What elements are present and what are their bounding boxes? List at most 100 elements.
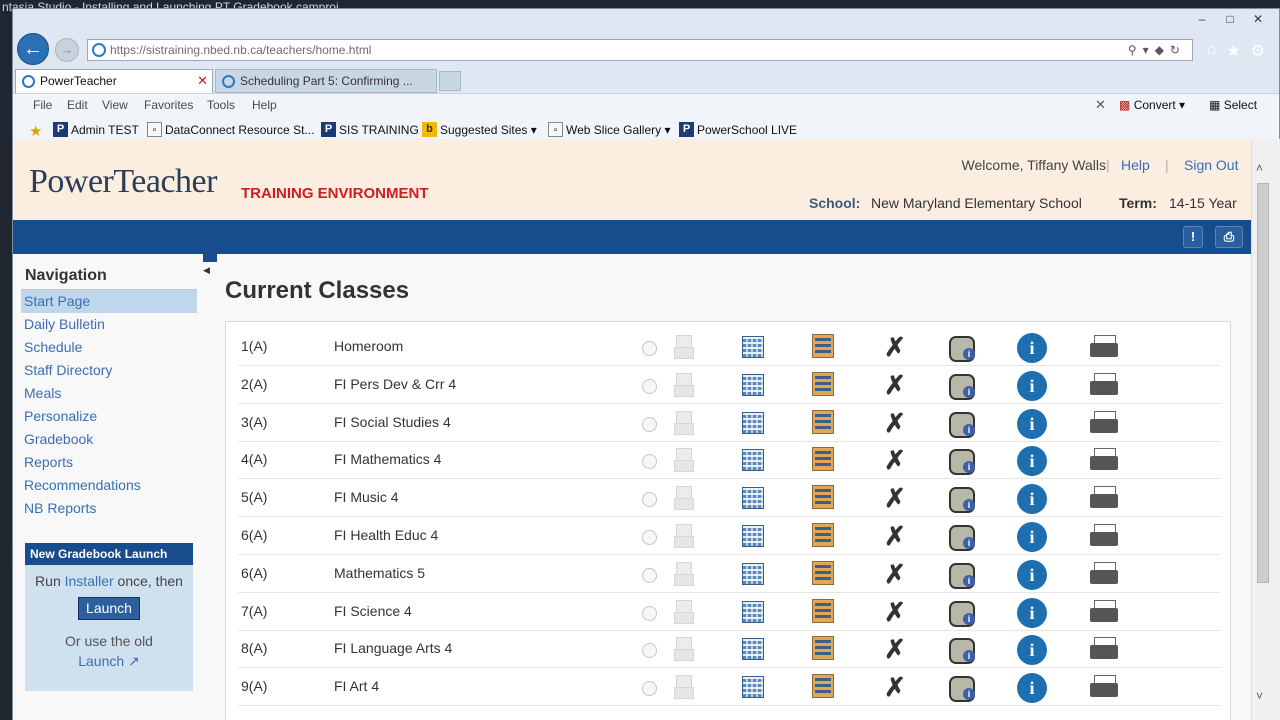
seating-chart-icon[interactable]: [674, 561, 694, 586]
close-toolbar-icon[interactable]: ✕: [1095, 97, 1106, 113]
class-info-icon[interactable]: i: [1017, 370, 1047, 401]
tools-icon[interactable]: ✗: [882, 372, 908, 398]
class-course-name[interactable]: FI Mathematics 4: [334, 451, 441, 467]
attendance-calendar-icon[interactable]: [742, 525, 764, 547]
attendance-calendar-icon[interactable]: [742, 373, 764, 396]
seating-chart-icon[interactable]: [674, 448, 694, 473]
address-bar[interactable]: https://sistraining.nbed.nb.ca/teachers/…: [87, 39, 1193, 61]
nav-schedule[interactable]: Schedule: [21, 336, 197, 359]
nav-start-page[interactable]: Start Page: [21, 290, 197, 313]
gradebook-icon[interactable]: [812, 523, 834, 547]
gradebook-icon[interactable]: [812, 447, 834, 472]
seating-chart-icon[interactable]: [674, 372, 694, 397]
print-icon[interactable]: [1090, 448, 1118, 472]
attendance-radio-icon[interactable]: [642, 492, 657, 508]
fav-dataconnect[interactable]: ▫ DataConnect Resource St...: [147, 122, 314, 137]
gradebook-icon[interactable]: [812, 674, 834, 699]
class-expression[interactable]: 7(A): [241, 603, 267, 619]
attendance-calendar-icon[interactable]: [742, 600, 764, 623]
class-expression[interactable]: 4(A): [241, 451, 267, 467]
attendance-calendar-icon[interactable]: [742, 411, 764, 434]
forward-button[interactable]: →: [55, 38, 79, 62]
nav-staff-directory[interactable]: Staff Directory: [21, 359, 197, 382]
print-icon[interactable]: [1090, 372, 1118, 397]
help-link[interactable]: Help: [1121, 157, 1150, 173]
attendance-radio-icon[interactable]: [642, 416, 657, 432]
attendance-calendar-icon[interactable]: [742, 336, 764, 358]
menu-favorites[interactable]: Favorites: [144, 98, 193, 112]
new-tab-button[interactable]: [439, 71, 461, 91]
nav-gradebook[interactable]: Gradebook: [21, 428, 197, 451]
nav-reports[interactable]: Reports: [21, 451, 197, 474]
address-tools[interactable]: ⚲▾◆↻: [1128, 40, 1186, 60]
menu-file[interactable]: File: [33, 98, 52, 112]
attendance-calendar-icon[interactable]: [742, 562, 764, 585]
select-button[interactable]: ▦ Select: [1209, 98, 1257, 112]
student-info-bag-icon[interactable]: [949, 523, 975, 551]
class-expression[interactable]: 9(A): [241, 678, 267, 694]
maximize-button[interactable]: □: [1219, 11, 1241, 27]
attendance-radio-icon[interactable]: [642, 454, 657, 470]
student-info-bag-icon[interactable]: [949, 485, 975, 514]
gradebook-icon[interactable]: [812, 371, 834, 396]
attendance-calendar-icon[interactable]: [742, 638, 764, 661]
class-expression[interactable]: 5(A): [241, 489, 267, 505]
student-info-bag-icon[interactable]: [949, 334, 975, 362]
student-info-bag-icon[interactable]: [949, 636, 975, 665]
close-tab-icon[interactable]: ✕: [197, 70, 208, 92]
fav-web-slice-gallery[interactable]: ▫ Web Slice Gallery ▾: [548, 122, 671, 137]
seating-chart-icon[interactable]: [674, 637, 694, 662]
class-info-icon[interactable]: i: [1017, 635, 1047, 666]
seating-chart-icon[interactable]: [674, 486, 694, 511]
attendance-radio-icon[interactable]: [642, 605, 657, 621]
class-course-name[interactable]: FI Music 4: [334, 489, 399, 505]
favorites-star-icon[interactable]: ★: [1226, 41, 1240, 61]
class-info-icon[interactable]: i: [1017, 333, 1047, 363]
class-course-name[interactable]: FI Social Studies 4: [334, 414, 451, 430]
class-info-icon[interactable]: i: [1017, 408, 1047, 439]
gradebook-icon[interactable]: [812, 409, 834, 434]
tools-icon[interactable]: ✗: [882, 561, 908, 587]
attendance-radio-icon[interactable]: [642, 567, 657, 583]
class-course-name[interactable]: FI Language Arts 4: [334, 640, 452, 656]
class-course-name[interactable]: Homeroom: [334, 338, 403, 354]
installer-link[interactable]: Installer: [65, 573, 114, 589]
seating-chart-icon[interactable]: [674, 335, 694, 359]
back-button[interactable]: ←: [17, 33, 49, 65]
print-icon[interactable]: ⎙: [1215, 226, 1243, 248]
gradebook-icon[interactable]: [812, 334, 834, 358]
student-info-bag-icon[interactable]: [949, 561, 975, 589]
minimize-button[interactable]: –: [1191, 11, 1213, 27]
scroll-up-icon[interactable]: ˄: [1256, 161, 1263, 175]
seating-chart-icon[interactable]: [674, 599, 694, 624]
tools-icon[interactable]: ✗: [882, 485, 908, 511]
nav-nb-reports[interactable]: NB Reports: [21, 497, 197, 520]
student-info-bag-icon[interactable]: [949, 599, 975, 627]
collapse-arrow-icon[interactable]: ◀: [203, 265, 211, 279]
print-icon[interactable]: [1090, 410, 1118, 435]
alert-icon[interactable]: !: [1183, 226, 1203, 248]
print-icon[interactable]: [1090, 335, 1118, 359]
seating-chart-icon[interactable]: [674, 410, 694, 435]
class-course-name[interactable]: FI Art 4: [334, 678, 379, 694]
attendance-radio-icon[interactable]: [642, 341, 657, 356]
settings-gear-icon[interactable]: ⚙: [1251, 41, 1265, 61]
class-course-name[interactable]: FI Health Educ 4: [334, 527, 438, 543]
class-expression[interactable]: 1(A): [241, 338, 267, 354]
class-info-icon[interactable]: i: [1017, 484, 1047, 515]
gradebook-icon[interactable]: [812, 560, 834, 585]
class-info-icon[interactable]: i: [1017, 559, 1047, 590]
tools-icon[interactable]: ✗: [882, 334, 908, 360]
seating-chart-icon[interactable]: [674, 524, 694, 548]
tools-icon[interactable]: ✗: [882, 636, 908, 662]
tab-scheduling[interactable]: Scheduling Part 5: Confirming ...: [215, 69, 437, 93]
class-info-icon[interactable]: i: [1017, 446, 1047, 477]
tools-icon[interactable]: ✗: [882, 674, 908, 700]
old-launch-link[interactable]: Launch ↗: [25, 653, 193, 670]
gradebook-icon[interactable]: [812, 598, 834, 623]
class-expression[interactable]: 6(A): [241, 565, 267, 581]
tools-icon[interactable]: ✗: [882, 523, 908, 549]
student-info-bag-icon[interactable]: [949, 674, 975, 703]
print-icon[interactable]: [1090, 486, 1118, 510]
attendance-radio-icon[interactable]: [642, 378, 657, 394]
